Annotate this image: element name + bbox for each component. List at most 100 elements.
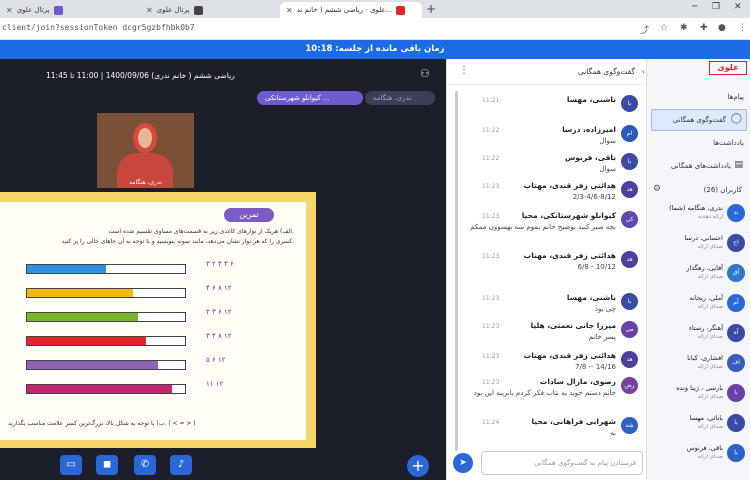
- avatar: با: [727, 384, 745, 402]
- profile-icon[interactable]: ●: [718, 23, 726, 33]
- fraction-row-5: ۵ ۶ ۱۲: [206, 356, 226, 364]
- user-role: صدای ارائه: [697, 334, 723, 340]
- message-sender: باشنی، مهسا: [566, 293, 616, 302]
- user-icon[interactable]: ⚇: [420, 67, 430, 80]
- tab-label: پرتال علوی: [16, 6, 50, 14]
- slide-page: تمرین الف) هریک از نوارهای کاغذی زیر به …: [0, 202, 306, 440]
- chat-message: رض رضوی، مارال سادات 11:23 خانم دستم جوی…: [450, 375, 642, 415]
- talking-indicator-chip[interactable]: ندری، هنگامه: [365, 91, 435, 105]
- user-list-item[interactable]: آم آملی، ریحانه صدای ارائه: [651, 292, 747, 316]
- tab-label: پرتال علوی: [156, 6, 190, 14]
- new-tab-button[interactable]: +: [426, 2, 436, 16]
- avatar: می: [621, 321, 638, 338]
- fraction-row-1: ۳ ۲ ۳ ۳ ۶: [206, 260, 234, 268]
- browser-tab-1[interactable]: ✕ پرتال علوی: [0, 2, 140, 18]
- user-list-item[interactable]: آق آقایی، رهگذار صدای ارائه: [651, 262, 747, 286]
- audio-button[interactable]: ✆: [134, 455, 156, 475]
- browser-tab-2[interactable]: ✕ پرتال علوی: [140, 2, 280, 18]
- public-chat-item[interactable]: ◯ گفت‌وگوی همگانی: [651, 109, 747, 131]
- browser-tab-3-active[interactable]: ✕ علوی - ریاضی ششم ( خانم ند...: [280, 2, 422, 18]
- screen-share-button[interactable]: ▭: [60, 455, 82, 475]
- fraction-bar-2: [26, 288, 186, 298]
- bar-fill: [27, 385, 173, 393]
- chat-bubble-icon: ◯: [730, 113, 742, 124]
- extension-icon[interactable]: ✱: [680, 23, 688, 33]
- user-list-item[interactable]: با بابائی، مهسا صدای ارائه: [651, 412, 747, 436]
- message-sender: امیرزاده، درسا: [562, 125, 616, 134]
- user-list-item[interactable]: اف افشاری، کیانا صدای ارائه: [651, 352, 747, 376]
- share-icon[interactable]: ⤴: [640, 23, 649, 36]
- maximize-icon[interactable]: ❐: [712, 2, 720, 12]
- avatar: آم: [727, 294, 745, 312]
- users-count-label: کاربران (26): [703, 186, 742, 194]
- webcam-video[interactable]: ندری، هنگامه: [97, 113, 194, 188]
- user-name: آقایی، رهگذار: [686, 264, 723, 272]
- send-message-button[interactable]: ➤: [453, 453, 473, 473]
- presentation-slide[interactable]: تمرین الف) هریک از نوارهای کاغذی زیر به …: [0, 192, 316, 448]
- message-time: 11:23: [482, 353, 500, 360]
- close-tab-icon[interactable]: ✕: [146, 6, 153, 15]
- close-tab-icon[interactable]: ✕: [286, 6, 293, 15]
- message-sender: هدائتی زفر قندی، مهتاب: [523, 181, 616, 190]
- slide-line-1: الف) هریک از نوارهای کاغذی زیر به قسمت‌ه…: [108, 228, 294, 235]
- user-role: صدای ارائه: [697, 304, 723, 310]
- chevron-left-icon[interactable]: ‹: [642, 67, 645, 76]
- message-text: چی بود: [594, 305, 616, 313]
- message-sender: باقی، فرنوس: [564, 153, 616, 162]
- url-text[interactable]: client/join?sessionToken dcgr5gzbfhbk0b7: [2, 23, 195, 32]
- user-list-item[interactable]: آه آهنگر، رستاء صدای ارائه: [651, 322, 747, 346]
- user-name: آهنگر، رستاء: [688, 324, 723, 332]
- avatar: آه: [727, 324, 745, 342]
- message-time: 11:23: [482, 253, 500, 260]
- webcam-person: [133, 123, 157, 153]
- chat-message-input[interactable]: فرستادن پیام به گفت‌وگوی همگانی: [481, 451, 643, 475]
- close-window-icon[interactable]: ✕: [734, 2, 742, 12]
- message-text: نه: [610, 429, 616, 437]
- user-role: صدای ارائه: [697, 274, 723, 280]
- video-button[interactable]: ◼: [96, 455, 118, 475]
- address-bar[interactable]: client/join?sessionToken dcgr5gzbfhbk0b7…: [0, 18, 750, 40]
- user-list-item[interactable]: ند ندری، هنگامه (شما) ارائه دهنده: [651, 202, 747, 226]
- bar-fill: [27, 313, 138, 321]
- chat-message: هد هدائتی زفر قندی، مهتاب 11:23 6/8 - 10…: [450, 249, 642, 289]
- tab-label: علوی - ریاضی ششم ( خانم ند...: [296, 6, 393, 14]
- actions-plus-button[interactable]: +: [407, 455, 429, 477]
- avatar: ام: [621, 125, 638, 142]
- shared-notes-item[interactable]: ▤ یادداشت‌های همگانی: [651, 159, 747, 173]
- gear-icon[interactable]: ⚙: [653, 184, 661, 194]
- avatar: با: [727, 444, 745, 462]
- mic-button[interactable]: ♪: [170, 455, 192, 475]
- shared-notes-label: یادداشت‌های همگانی: [670, 162, 731, 170]
- star-icon[interactable]: ☆: [660, 23, 668, 33]
- bar-fill: [27, 337, 146, 345]
- avatar: با: [621, 153, 638, 170]
- avatar: با: [621, 95, 638, 112]
- presenter-chip[interactable]: کیوانلو شهرستانکی ...: [257, 91, 363, 105]
- message-time: 11:21: [482, 97, 500, 104]
- fraction-row-2: ۴ ۶ ۸ ۱۲: [206, 284, 232, 292]
- user-list-item[interactable]: اح احسانی، درسا صدای ارائه: [651, 232, 747, 256]
- message-time: 11:23: [482, 323, 500, 330]
- chat-header: ‹ گفت‌وگوی همگانی ⋮: [447, 59, 647, 85]
- slide-line-2: کسری را که هر نوار نشان می‌دهد، مانند نم…: [61, 238, 294, 245]
- message-text: 7/8 -- 14/16: [575, 363, 616, 371]
- puzzle-icon[interactable]: ✚: [700, 23, 708, 33]
- slide-footer-text: ب) با توجه به شکل بالا، بزرگ‌ترین کسر عل…: [8, 420, 196, 427]
- bar-fill: [27, 265, 106, 273]
- message-time: 11:23: [482, 295, 500, 302]
- avatar: کی: [621, 211, 638, 228]
- close-tab-icon[interactable]: ✕: [6, 6, 13, 15]
- portal-favicon-icon: [53, 5, 63, 15]
- avatar: رض: [621, 377, 638, 394]
- message-text: خانم دستم جوید به نتاب فکر کردم بانرینه …: [473, 389, 616, 397]
- user-role: صدای ارائه: [697, 424, 723, 430]
- user-name: ندری، هنگامه (شما): [669, 204, 723, 212]
- user-list-item[interactable]: با باقی، فرنوس صدای ارائه: [651, 442, 747, 466]
- user-name: بارسی ، ژینا ونده: [676, 384, 723, 392]
- minimize-icon[interactable]: ─: [692, 2, 697, 12]
- menu-dots-icon[interactable]: ⋮: [738, 23, 747, 33]
- messages-section-label: پیام‌ها: [727, 93, 744, 101]
- fraction-row-3: ۲ ۳ ۶ ۱۲: [206, 308, 232, 316]
- user-list-item[interactable]: با بارسی ، ژینا ونده صدای ارائه: [651, 382, 747, 406]
- chat-options-icon[interactable]: ⋮: [459, 65, 469, 76]
